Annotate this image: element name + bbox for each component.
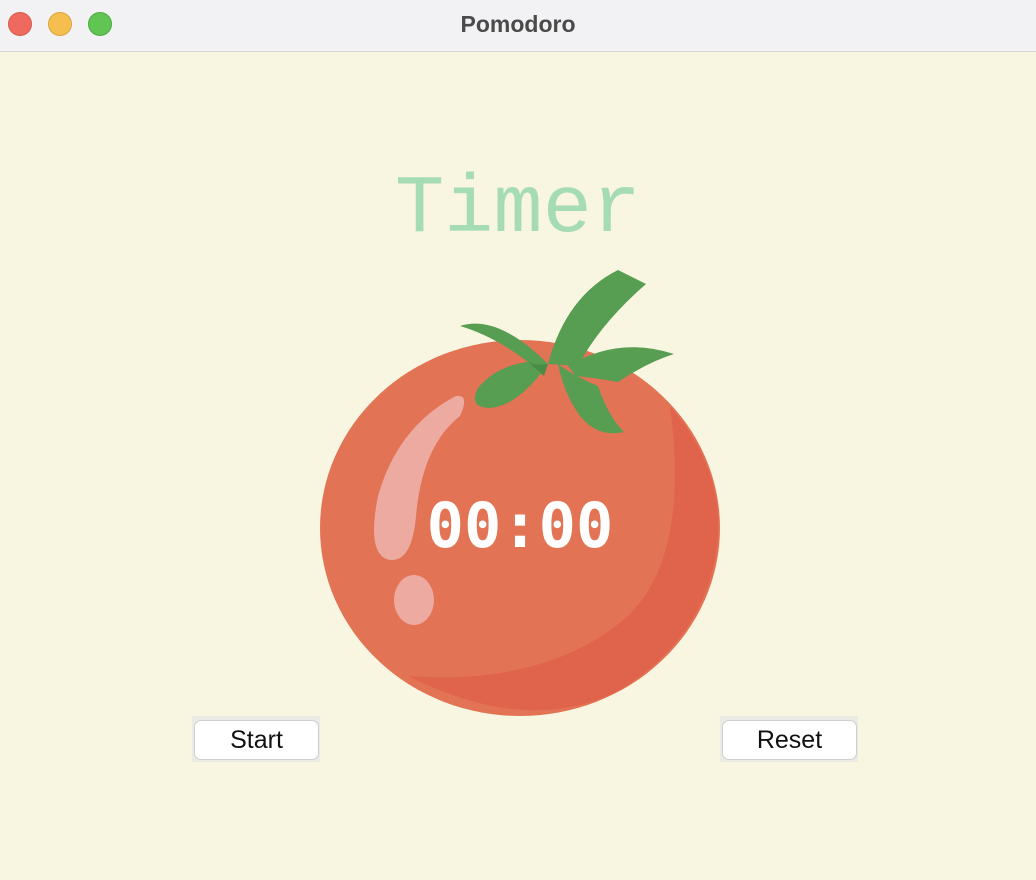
start-button[interactable]: Start — [194, 720, 319, 760]
tomato-canvas: 00:00 — [318, 266, 722, 718]
start-button-frame: Start — [192, 716, 320, 762]
title-bar: Pomodoro — [0, 0, 1036, 52]
window-title: Pomodoro — [460, 11, 576, 37]
timer-heading: Timer — [394, 163, 642, 256]
reset-button-frame: Reset — [720, 716, 858, 762]
time-display: 00:00 — [426, 489, 614, 562]
app-window: Pomodoro Timer 00:00 Start Reset — [0, 0, 1036, 880]
reset-button[interactable]: Reset — [722, 720, 857, 760]
